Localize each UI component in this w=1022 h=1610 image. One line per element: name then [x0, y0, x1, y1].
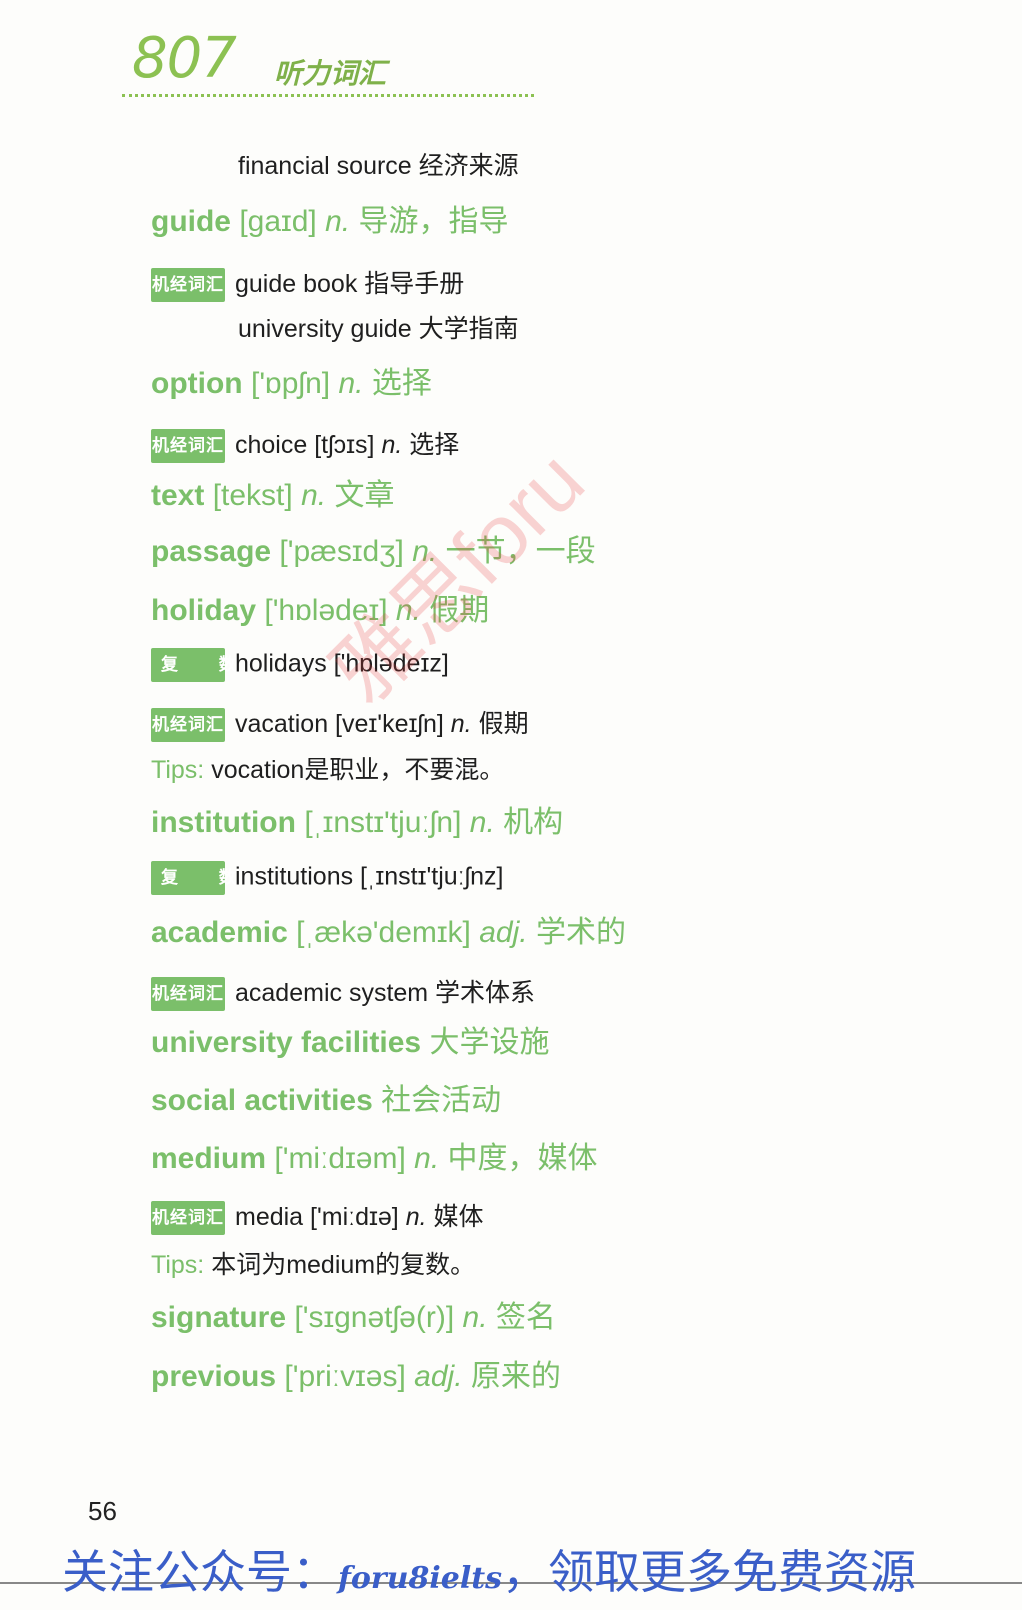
- phonetic: [ˌɪnstɪ'tjuːʃn]: [304, 806, 462, 839]
- headword-entry: social activities 社会活动: [151, 1075, 501, 1119]
- headword: passage: [151, 535, 272, 568]
- jijing-badge: 机经词汇: [151, 429, 225, 464]
- entry-text: media ['miːdɪə]: [235, 1203, 399, 1231]
- meaning: 选择: [371, 367, 432, 400]
- headword-entry: university facilities 大学设施: [151, 1017, 549, 1061]
- entry-text: choice [tʃɔɪs]: [235, 431, 375, 459]
- footer-text-after: ，领取更多免费资源: [502, 1546, 917, 1598]
- headword: holiday: [151, 594, 257, 627]
- entry-line: financial source 经济来源: [238, 146, 519, 182]
- page-header: 807 听力词汇: [122, 22, 542, 102]
- part-of-speech: n.: [414, 1142, 440, 1175]
- meaning: 原来的: [470, 1360, 561, 1393]
- jijing-badge: 机经词汇: [151, 977, 225, 1012]
- jijing-badge: 机经词汇: [151, 268, 225, 303]
- headword-entry: previous ['priːvɪəs] adj. 原来的: [151, 1351, 561, 1395]
- part-of-speech: n.: [450, 710, 472, 738]
- entry-text: institutions [ˌɪnstɪ'tjuːʃnz]: [235, 862, 504, 891]
- headword-entry: academic [ˌækə'demɪk] adj. 学术的: [151, 907, 626, 951]
- phonetic: ['ɒpʃn]: [250, 367, 331, 400]
- part-of-speech: adj.: [479, 916, 528, 949]
- meaning: 文章: [334, 479, 395, 512]
- entry-text: university guide 大学指南: [238, 315, 519, 343]
- phonetic: [gaɪd]: [239, 205, 317, 238]
- headword: signature: [151, 1301, 287, 1334]
- meaning: 导游，指导: [358, 205, 509, 238]
- part-of-speech: n.: [338, 367, 364, 400]
- headword-entry: text [tekst] n. 文章: [151, 470, 394, 514]
- part-of-speech: n.: [405, 1203, 427, 1231]
- part-of-speech: n.: [325, 205, 351, 238]
- headword-entry: medium ['miːdɪəm] n. 中度，媒体: [151, 1133, 598, 1177]
- part-of-speech: n.: [469, 806, 495, 839]
- phonetic: ['miːdɪəm]: [274, 1142, 406, 1175]
- sub-entry: 机经词汇 academic system 学术体系: [151, 973, 536, 1012]
- header-dotted-rule: [122, 94, 534, 97]
- footer-text-before: 关注公众号：: [62, 1546, 338, 1598]
- watermark: 雅思foru: [314, 432, 602, 721]
- entry-text: financial source 经济来源: [238, 152, 519, 180]
- entry-line: university guide 大学指南: [238, 309, 519, 345]
- part-of-speech: n.: [381, 431, 403, 459]
- tips-text: 本词为medium的复数。: [211, 1251, 476, 1279]
- entry-text: guide book 指导手册: [235, 270, 465, 298]
- headword: institution: [151, 806, 296, 839]
- sub-entry: 复 数institutions [ˌɪnstɪ'tjuːʃnz]: [151, 861, 504, 895]
- part-of-speech: adj.: [414, 1360, 463, 1393]
- headword: text: [151, 479, 205, 512]
- headword: academic: [151, 916, 288, 949]
- jijing-badge: 机经词汇: [151, 1201, 225, 1236]
- headword: medium: [151, 1142, 267, 1175]
- header-subtitle: 听力词汇: [274, 58, 387, 89]
- part-of-speech: n.: [462, 1301, 488, 1334]
- meaning: 选择: [409, 431, 460, 459]
- footer-promo: 关注公众号：foru8ielts，领取更多免费资源: [62, 1536, 916, 1602]
- footer-handle: foru8ielts: [338, 1561, 503, 1596]
- tips-line: Tips: 本词为medium的复数。: [151, 1245, 475, 1281]
- plural-badge: 复 数: [151, 861, 236, 895]
- sub-entry: 机经词汇 choice [tʃɔɪs] n. 选择: [151, 425, 460, 464]
- tips-text: vocation是职业，不要混。: [211, 756, 505, 784]
- meaning: 中度，媒体: [447, 1142, 598, 1175]
- sub-entry: 机经词汇 vacation [veɪ'keɪʃn] n. 假期: [151, 704, 529, 743]
- headword: social activities: [151, 1084, 373, 1117]
- phonetic: [tekst]: [212, 479, 293, 512]
- headword: university facilities: [151, 1026, 422, 1059]
- sub-entry: 机经词汇 guide book 指导手册: [151, 264, 465, 303]
- headword-entry: signature ['sɪgnətʃə(r)] n. 签名: [151, 1292, 556, 1336]
- meaning: 媒体: [433, 1203, 484, 1231]
- headword: previous: [151, 1360, 277, 1393]
- entry-text: vacation [veɪ'keɪʃn]: [235, 710, 444, 738]
- tips-line: Tips: vocation是职业，不要混。: [151, 750, 504, 786]
- sub-entry: 机经词汇 media ['miːdɪə] n. 媒体: [151, 1197, 484, 1236]
- meaning: 机构: [503, 806, 564, 839]
- meaning: 社会活动: [381, 1084, 502, 1117]
- headword-entry: institution [ˌɪnstɪ'tjuːʃn] n. 机构: [151, 797, 563, 841]
- headword: guide: [151, 205, 231, 238]
- plural-badge: 复 数: [151, 648, 236, 682]
- part-of-speech: n.: [301, 479, 327, 512]
- headword-entry: option ['ɒpʃn] n. 选择: [151, 358, 432, 402]
- phonetic: ['priːvɪəs]: [284, 1360, 406, 1393]
- jijing-badge: 机经词汇: [151, 708, 225, 743]
- page-number: 56: [88, 1496, 117, 1526]
- headword: option: [151, 367, 243, 400]
- meaning: 学术的: [535, 916, 626, 949]
- meaning: 大学设施: [429, 1026, 550, 1059]
- meaning: 签名: [495, 1301, 556, 1334]
- header-number: 807: [132, 26, 237, 91]
- phonetic: ['sɪgnətʃə(r)]: [294, 1301, 455, 1334]
- entry-text: academic system 学术体系: [235, 979, 536, 1007]
- headword-entry: guide [gaɪd] n. 导游，指导: [151, 196, 508, 240]
- tips-label: Tips:: [151, 1251, 205, 1279]
- tips-label: Tips:: [151, 756, 205, 784]
- meaning: 假期: [478, 710, 529, 738]
- phonetic: [ˌækə'demɪk]: [296, 916, 471, 949]
